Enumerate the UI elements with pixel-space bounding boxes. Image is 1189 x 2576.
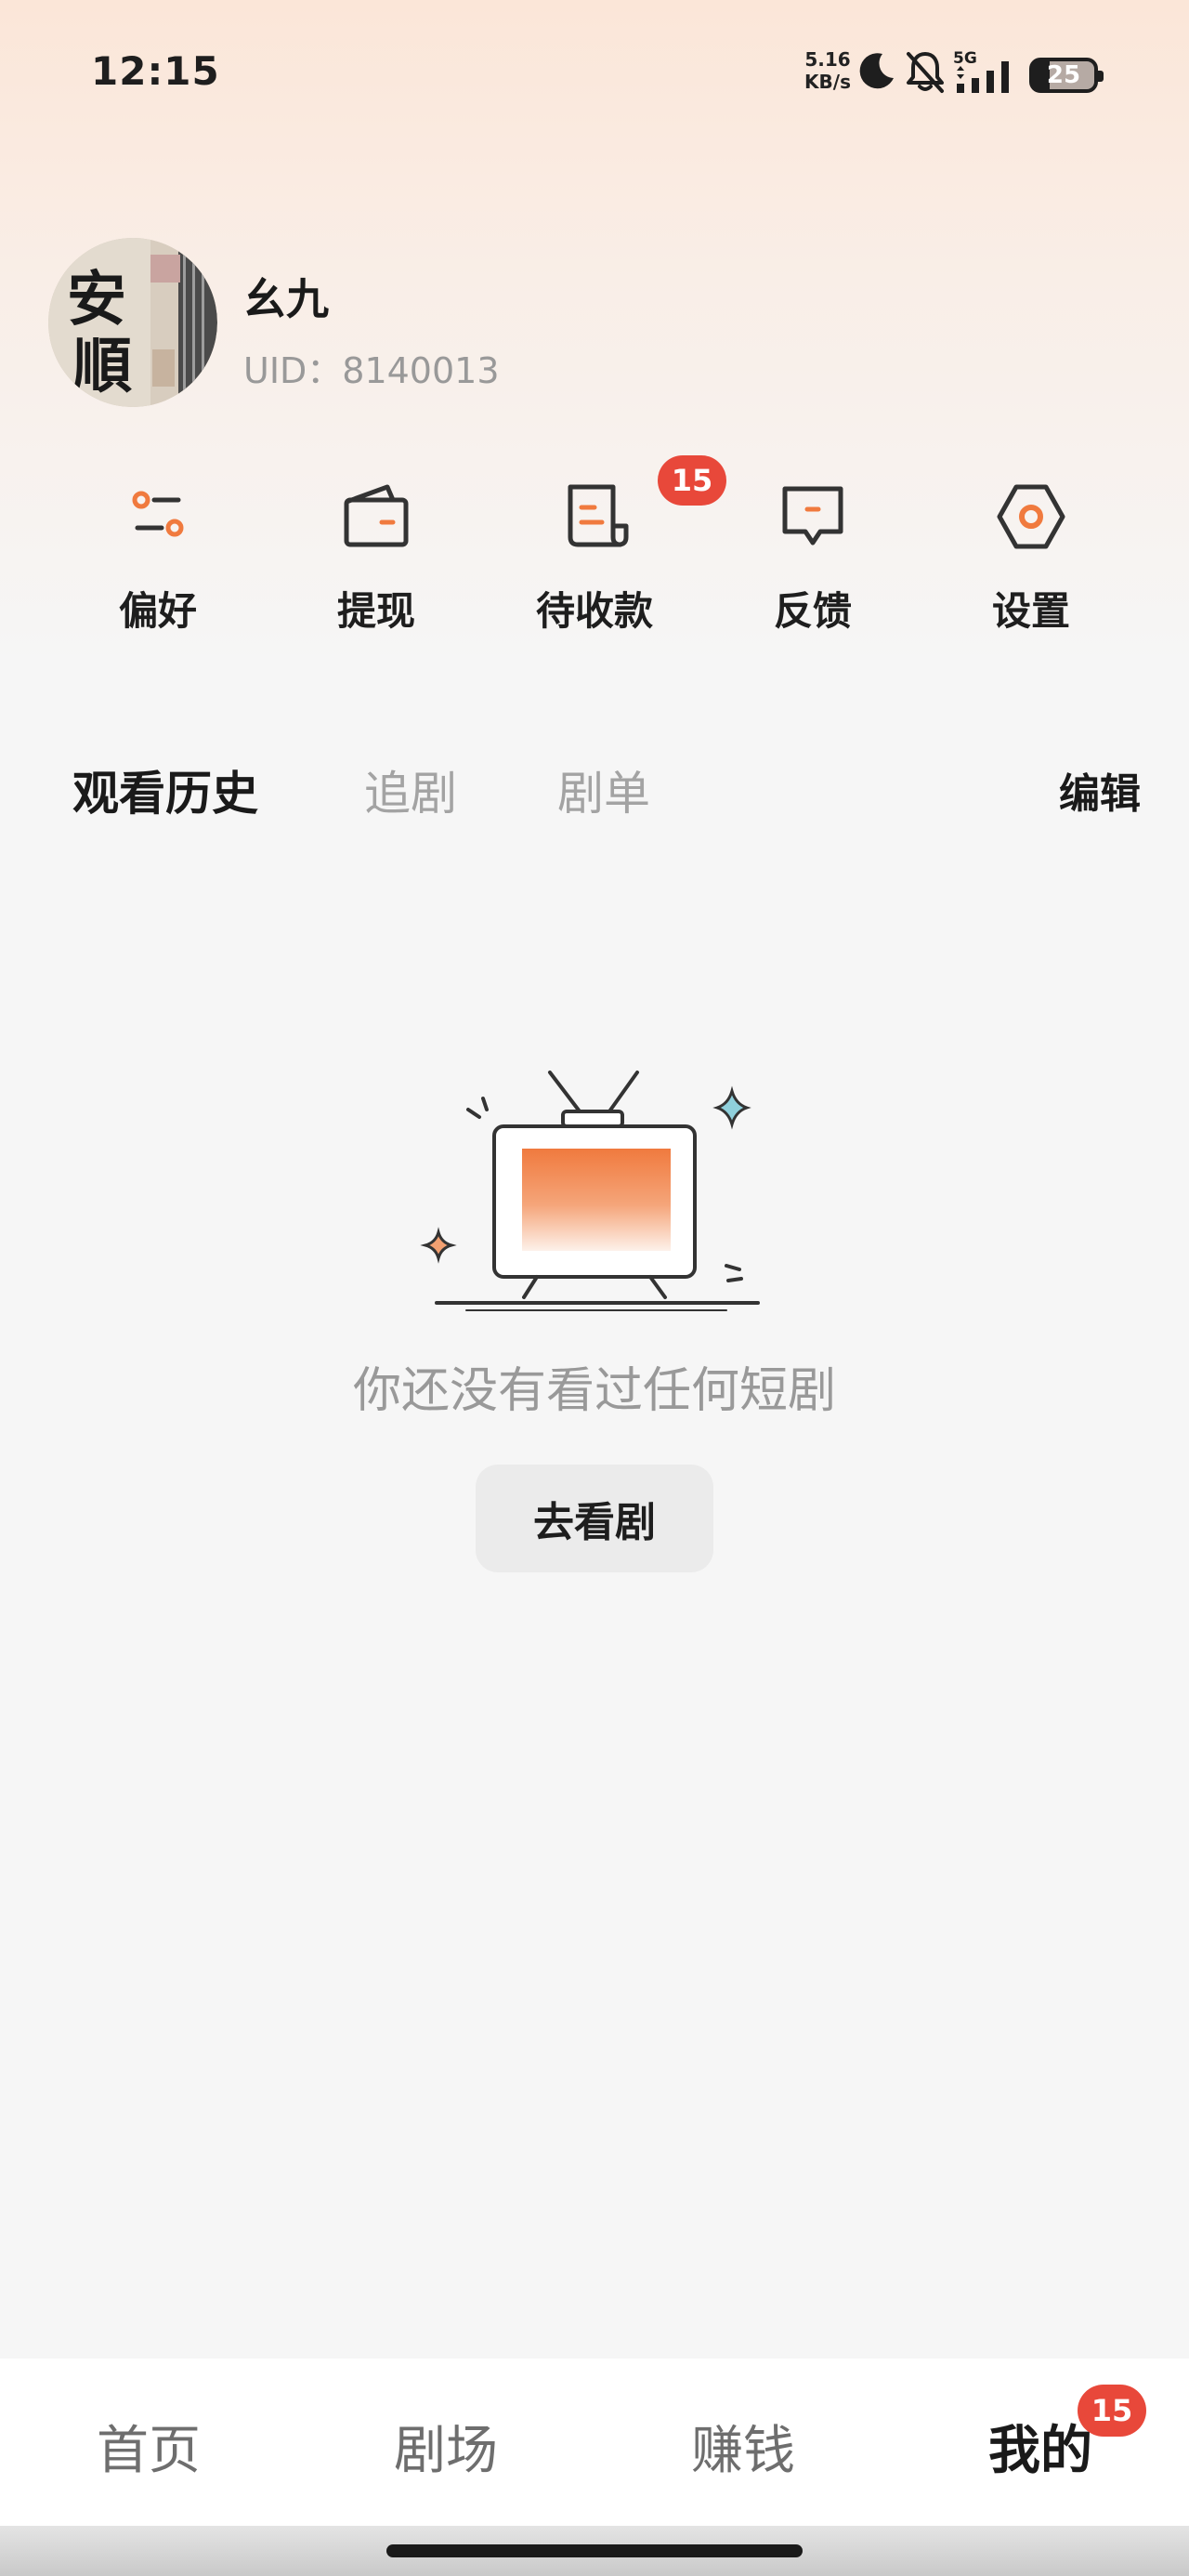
avatar-calligraphy-bottom: 順 xyxy=(72,332,132,401)
avatar-calligraphy-top: 安 xyxy=(67,265,126,335)
network-speed-unit: KB/s xyxy=(804,71,851,93)
wallet-icon xyxy=(344,484,409,547)
quick-menu: 偏好 提现 15 待收款 反馈 设置 xyxy=(0,455,1189,660)
nav-earn[interactable]: 赚钱 xyxy=(650,2409,836,2484)
nav-home[interactable]: 首页 xyxy=(56,2409,242,2484)
menu-label-pending-payment: 待收款 xyxy=(535,588,653,634)
menu-label-feedback: 反馈 xyxy=(773,588,852,634)
my-page: 12:15 5.16 KB/s 5G 25 安 順 幺九 UID：8140013… xyxy=(0,0,1189,2576)
menu-item-settings[interactable]: 设置 xyxy=(957,474,1105,660)
status-time: 12:15 xyxy=(91,48,220,94)
user-uid: UID：8140013 xyxy=(243,350,500,391)
feedback-chat-icon xyxy=(782,486,843,545)
moon-icon xyxy=(859,53,894,89)
avatar-calligraphy-image: 安 順 xyxy=(48,238,217,407)
menu-label-preferences: 偏好 xyxy=(118,588,197,634)
go-watch-button[interactable]: 去看剧 xyxy=(476,1465,713,1572)
tab-watch-history[interactable]: 观看历史 xyxy=(72,756,258,823)
menu-item-preferences[interactable]: 偏好 xyxy=(84,474,232,660)
bottom-nav: 首页 剧场 赚钱 我的 15 xyxy=(0,2359,1189,2526)
menu-item-pending-payment[interactable]: 15 待收款 xyxy=(520,455,726,660)
settings-hexagon-icon xyxy=(997,484,1065,549)
network-speed-value: 5.16 xyxy=(804,48,851,71)
home-indicator[interactable] xyxy=(386,2544,803,2557)
user-name: 幺九 xyxy=(243,274,329,324)
network-speed: 5.16 KB/s xyxy=(797,48,858,93)
signal-5g-icon: 5G xyxy=(953,49,1009,93)
avatar[interactable]: 安 順 xyxy=(48,238,217,407)
tab-playlists[interactable]: 剧单 xyxy=(557,756,650,823)
menu-label-settings: 设置 xyxy=(991,588,1070,634)
menu-item-withdraw[interactable]: 提现 xyxy=(302,474,451,660)
menu-label-withdraw: 提现 xyxy=(336,588,415,634)
bell-off-icon xyxy=(907,52,944,93)
menu-badge-pending-payment: 15 xyxy=(658,455,726,506)
status-bar: 12:15 5.16 KB/s 5G 25 xyxy=(0,0,1189,149)
network-type-label: 5G xyxy=(953,49,977,68)
receipt-icon xyxy=(568,484,629,547)
preferences-sliders-icon xyxy=(132,491,184,537)
battery-level-text: 25 xyxy=(1046,61,1081,89)
tv-icon xyxy=(420,1071,760,1311)
nav-me-badge: 15 xyxy=(1078,2385,1146,2437)
nav-theater[interactable]: 剧场 xyxy=(353,2409,539,2484)
battery-icon: 25 xyxy=(1029,58,1104,93)
empty-state-message: 你还没有看过任何短剧 xyxy=(352,1363,836,1419)
tab-following[interactable]: 追剧 xyxy=(364,756,457,823)
history-tabs: 观看历史 追剧 剧单 编辑 xyxy=(0,743,1189,827)
edit-button[interactable]: 编辑 xyxy=(1059,760,1141,820)
menu-item-feedback[interactable]: 反馈 xyxy=(738,474,887,660)
